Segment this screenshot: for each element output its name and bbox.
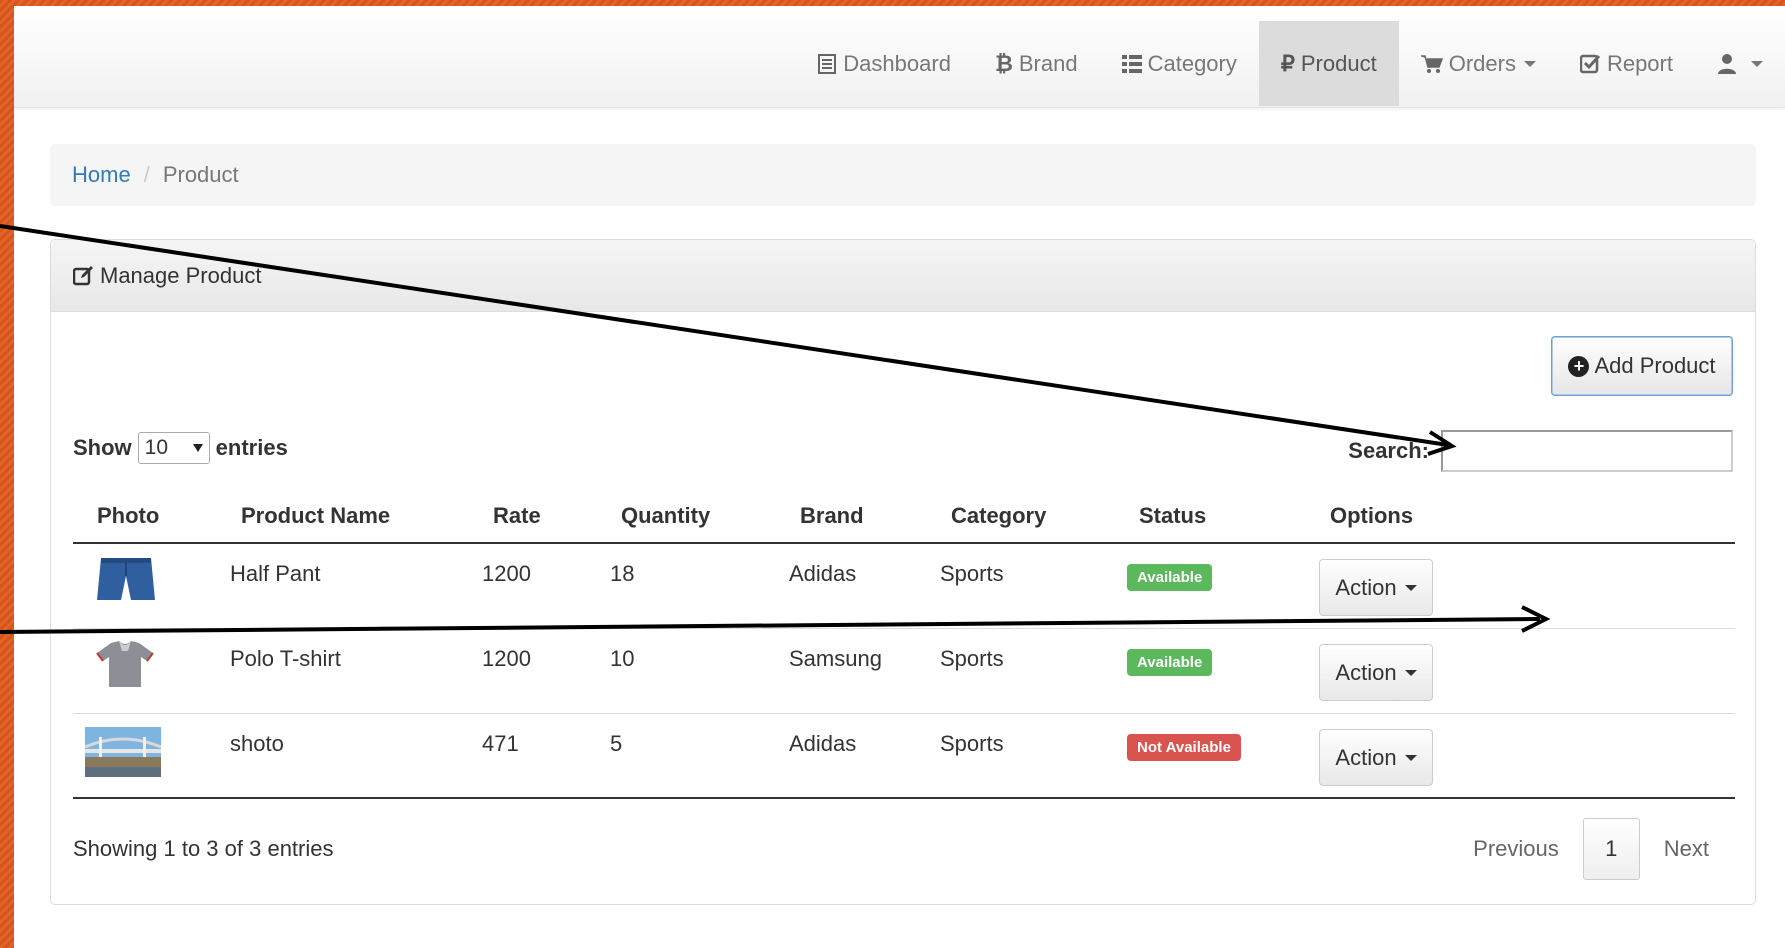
nav-item-report[interactable]: Report — [1558, 21, 1695, 106]
product-quantity: 10 — [610, 646, 635, 671]
product-table: Photo Product Name Rate Quantity Brand C… — [73, 490, 1735, 799]
panel-heading: Manage Product — [51, 240, 1755, 312]
entries-select[interactable]: 10 — [137, 432, 210, 464]
product-quantity: 18 — [610, 561, 635, 586]
nav-item-orders[interactable]: Orders — [1399, 21, 1558, 106]
header-quantity[interactable]: Quantity — [621, 503, 710, 529]
nav-item-category[interactable]: Category — [1100, 21, 1259, 106]
dropdown-arrow-icon — [192, 444, 203, 452]
add-product-label: Add Product — [1594, 353, 1716, 378]
product-rate: 1200 — [482, 561, 531, 586]
header-brand[interactable]: Brand — [800, 503, 864, 529]
product-name: shoto — [230, 731, 284, 756]
bridge-photo — [85, 727, 161, 777]
product-name: Polo T-shirt — [230, 646, 341, 671]
chevron-down-icon — [1751, 60, 1763, 67]
product-quantity: 5 — [610, 731, 623, 756]
nav-label: Report — [1606, 50, 1673, 76]
cart-icon — [1420, 54, 1443, 74]
nav-item-user[interactable] — [1695, 21, 1785, 106]
check-icon — [1579, 53, 1601, 74]
tshirt-photo — [96, 641, 154, 687]
breadcrumb-current: Product — [162, 162, 239, 187]
product-name: Half Pant — [230, 561, 321, 586]
table-header: Photo Product Name Rate Quantity Brand C… — [73, 490, 1735, 544]
chevron-down-icon — [1523, 60, 1536, 67]
status-badge: Available — [1127, 564, 1213, 591]
product-rate: 1200 — [482, 646, 531, 671]
add-product-button[interactable]: + Add Product — [1551, 336, 1733, 396]
panel-title: Manage Product — [100, 262, 262, 288]
entries-value: 10 — [144, 436, 169, 459]
action-button[interactable]: Action — [1319, 559, 1433, 616]
user-icon — [1717, 53, 1737, 75]
ruble-icon: ₽ — [1280, 50, 1295, 76]
nav-label: Brand — [1018, 50, 1078, 76]
next-page-link[interactable]: Next — [1640, 836, 1733, 862]
action-button[interactable]: Action — [1319, 729, 1433, 786]
nav-item-dashboard[interactable]: Dashboard — [795, 21, 973, 106]
action-button[interactable]: Action — [1319, 644, 1433, 701]
th-list-icon — [1121, 54, 1142, 73]
product-brand: Adidas — [789, 731, 857, 756]
product-category: Sports — [940, 561, 1004, 586]
app-screen: Dashboard ₿ Brand Category ₽ Product Ord… — [14, 6, 1785, 948]
action-label: Action — [1335, 744, 1397, 770]
pagination: Previous 1 Next — [1449, 818, 1733, 880]
table-row: shoto 471 5 Adidas Sports Not Available … — [73, 714, 1735, 799]
show-label: Show — [73, 435, 132, 460]
table-row: Polo T-shirt 1200 10 Samsung Sports Avai… — [73, 629, 1735, 714]
status-badge: Not Available — [1127, 734, 1241, 761]
list-icon — [817, 53, 837, 74]
plus-circle-icon: + — [1568, 355, 1590, 377]
bitcoin-icon: ₿ — [994, 50, 1013, 76]
top-navbar: Dashboard ₿ Brand Category ₽ Product Ord… — [14, 6, 1785, 108]
manage-product-panel: Manage Product + Add Product Show 10 ent… — [50, 239, 1756, 905]
nav-label: Category — [1147, 50, 1237, 76]
action-label: Action — [1335, 574, 1397, 600]
page-1-button[interactable]: 1 — [1582, 818, 1640, 880]
search-input[interactable] — [1441, 430, 1733, 472]
product-brand: Adidas — [789, 561, 857, 586]
action-label: Action — [1335, 659, 1397, 685]
header-status[interactable]: Status — [1139, 503, 1206, 529]
nav-label: Product — [1300, 50, 1377, 76]
header-photo[interactable]: Photo — [97, 503, 159, 529]
entries-label: entries — [215, 435, 288, 460]
nav-items: Dashboard ₿ Brand Category ₽ Product Ord… — [795, 21, 1785, 106]
search-label: Search: — [1348, 438, 1429, 463]
breadcrumb: Home / Product — [50, 144, 1756, 206]
header-product-name[interactable]: Product Name — [241, 503, 390, 529]
chevron-down-icon — [1404, 669, 1417, 676]
header-options[interactable]: Options — [1330, 503, 1413, 529]
previous-page-link[interactable]: Previous — [1449, 836, 1583, 862]
nav-label: Orders — [1448, 50, 1516, 76]
table-row: Half Pant 1200 18 Adidas Sports Availabl… — [73, 544, 1735, 629]
status-badge: Available — [1127, 649, 1213, 676]
nav-item-brand[interactable]: ₿ Brand — [973, 21, 1100, 106]
header-category[interactable]: Category — [951, 503, 1046, 529]
breadcrumb-separator: / — [143, 162, 150, 187]
nav-label: Dashboard — [843, 50, 951, 76]
product-rate: 471 — [482, 731, 519, 756]
header-rate[interactable]: Rate — [493, 503, 541, 529]
chevron-down-icon — [1404, 754, 1417, 761]
chevron-down-icon — [1404, 584, 1417, 591]
edit-icon — [73, 265, 94, 286]
breadcrumb-home-link[interactable]: Home — [72, 162, 131, 188]
nav-item-product[interactable]: ₽ Product — [1258, 21, 1399, 106]
product-category: Sports — [940, 646, 1004, 671]
length-control: Show 10 entries — [73, 432, 288, 464]
product-brand: Samsung — [789, 646, 882, 671]
table-info: Showing 1 to 3 of 3 entries — [73, 836, 334, 861]
search-control: Search: — [1348, 430, 1733, 472]
product-category: Sports — [940, 731, 1004, 756]
shorts-photo — [97, 558, 155, 600]
